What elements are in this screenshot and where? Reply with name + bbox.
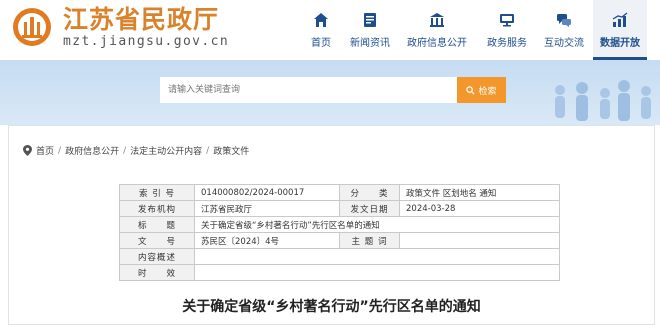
meta-value-date: 2024-03-28 xyxy=(399,200,560,217)
nav-gov-info-label: 政府信息公开 xyxy=(407,38,467,49)
meta-value-index: 014000802/2024-00017 xyxy=(194,184,340,201)
table-row: 文 号 苏民区〔2024〕4号 主 题 词 xyxy=(119,232,560,249)
chat-icon xyxy=(557,14,571,27)
search-banner: 检索 xyxy=(0,60,660,125)
breadcrumb-separator: / xyxy=(123,145,127,156)
meta-value-category: 政策文件 区划地名 通知 xyxy=(399,184,560,201)
news-icon xyxy=(364,13,376,27)
meta-key-index: 索 引 号 xyxy=(119,184,195,201)
meta-key-validity: 时 效 xyxy=(119,264,195,281)
article-card: 首页 / 政府信息公开 / 法定主动公开内容 / 政策文件 索 引 号 0140… xyxy=(8,125,655,325)
site-domain: mzt.jiangsu.gov.cn xyxy=(63,34,230,49)
breadcrumb-statutory[interactable]: 法定主动公开内容 xyxy=(130,144,202,157)
meta-value-publisher: 江苏省民政厅 xyxy=(194,200,340,217)
search-button[interactable]: 检索 xyxy=(457,77,506,103)
nav-services-label: 政务服务 xyxy=(487,38,527,49)
home-icon xyxy=(314,13,328,27)
meta-value-title: 关于确定省级“乡村著名行动”先行区名单的通知 xyxy=(194,216,560,233)
meta-key-title: 标 题 xyxy=(119,216,195,233)
nav-home-label: 首页 xyxy=(311,38,331,49)
bar-chart-icon xyxy=(612,12,628,27)
search-icon xyxy=(466,85,476,95)
table-row: 时 效 xyxy=(119,264,560,281)
nav-open-data-label: 数据开放 xyxy=(600,38,640,49)
breadcrumb-gov-info[interactable]: 政府信息公开 xyxy=(65,144,119,157)
meta-value-summary xyxy=(194,248,560,265)
search-button-label: 检索 xyxy=(478,86,497,97)
table-row: 内容概述 xyxy=(119,248,560,265)
nav-open-data[interactable]: 数据开放 xyxy=(593,0,647,60)
meta-value-validity xyxy=(194,264,560,281)
meta-key-category: 分 类 xyxy=(339,184,400,201)
table-row: 发布机构 江苏省民政厅 发文日期 2024-03-28 xyxy=(119,200,560,217)
breadcrumb-separator: / xyxy=(206,145,210,156)
meta-key-date: 发文日期 xyxy=(339,200,400,217)
nav-gov-info[interactable]: 政府信息公开 xyxy=(404,0,470,60)
nav-services[interactable]: 政务服务 xyxy=(484,0,530,60)
meta-key-keywords: 主 题 词 xyxy=(339,232,400,249)
table-row: 索 引 号 014000802/2024-00017 分 类 政策文件 区划地名… xyxy=(119,184,560,201)
nav-news[interactable]: 新闻资讯 xyxy=(347,0,393,60)
breadcrumb-home[interactable]: 首页 xyxy=(36,144,54,157)
logo-icon[interactable] xyxy=(12,7,52,47)
site-title[interactable]: 江苏省民政厅 xyxy=(63,5,219,35)
nav-interaction[interactable]: 互动交流 xyxy=(541,0,587,60)
breadcrumb: 首页 / 政府信息公开 / 法定主动公开内容 / 政策文件 xyxy=(23,144,249,157)
monitor-icon xyxy=(500,14,514,27)
document-meta-table: 索 引 号 014000802/2024-00017 分 类 政策文件 区划地名… xyxy=(119,184,560,281)
site-header: 江苏省民政厅 mzt.jiangsu.gov.cn 首页 新闻资讯 政府信息公开… xyxy=(0,0,660,60)
meta-key-summary: 内容概述 xyxy=(119,248,195,265)
bank-icon xyxy=(430,13,444,27)
search-input[interactable] xyxy=(160,77,457,103)
document-title: 关于确定省级“乡村著名行动”先行区名单的通知 xyxy=(182,299,481,315)
breadcrumb-separator: / xyxy=(58,145,62,156)
breadcrumb-policy[interactable]: 政策文件 xyxy=(213,144,249,157)
nav-news-label: 新闻资讯 xyxy=(350,38,390,49)
nav-interaction-label: 互动交流 xyxy=(544,38,584,49)
meta-value-doc-number: 苏民区〔2024〕4号 xyxy=(194,232,340,249)
location-pin-icon xyxy=(23,145,32,156)
meta-key-doc-number: 文 号 xyxy=(119,232,195,249)
nav-home[interactable]: 首页 xyxy=(303,0,339,60)
meta-key-publisher: 发布机构 xyxy=(119,200,195,217)
table-row: 标 题 关于确定省级“乡村著名行动”先行区名单的通知 xyxy=(119,216,560,233)
banner-figures-illustration xyxy=(555,80,651,121)
meta-value-keywords xyxy=(399,232,560,249)
